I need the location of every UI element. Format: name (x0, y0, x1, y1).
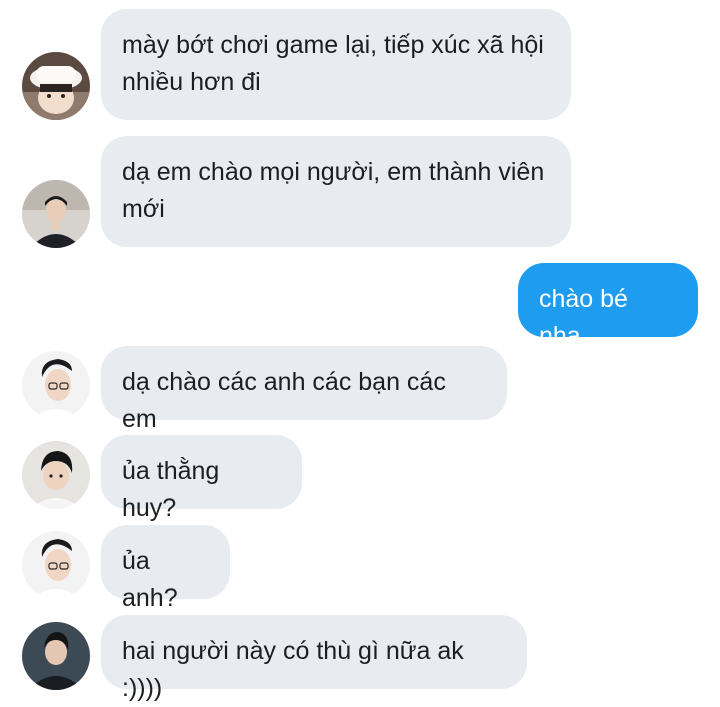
message-bubble[interactable]: ủa thằng huy? (101, 435, 302, 522)
avatar-dark-jacket-icon (22, 622, 90, 690)
message-bubble[interactable]: mày bớt chơi game lại, tiếp xúc xã hội n… (101, 9, 571, 120)
avatar-glasses-icon (22, 531, 90, 599)
avatar[interactable] (22, 52, 90, 120)
chat-thread: mày bớt chơi game lại, tiếp xúc xã hội n… (0, 0, 720, 702)
avatar[interactable] (22, 351, 90, 419)
avatar-white-bucket-hat-icon (22, 52, 90, 120)
message-bubble[interactable]: dạ em chào mọi người, em thành viên mới (101, 136, 571, 247)
message-bubble[interactable]: chào bé nha (518, 263, 698, 350)
avatar[interactable] (22, 180, 90, 248)
avatar[interactable] (22, 441, 90, 509)
avatar[interactable] (22, 531, 90, 599)
message-bubble[interactable]: dạ chào các anh các bạn các em (101, 346, 507, 433)
avatar[interactable] (22, 622, 90, 690)
avatar-glasses-icon (22, 351, 90, 419)
avatar-dark-jacket-icon (22, 180, 90, 248)
message-bubble[interactable]: hai người này có thù gì nữa ak :)))) (101, 615, 527, 702)
avatar-black-hair-icon (22, 441, 90, 509)
message-bubble[interactable]: ủa anh? (101, 525, 230, 612)
